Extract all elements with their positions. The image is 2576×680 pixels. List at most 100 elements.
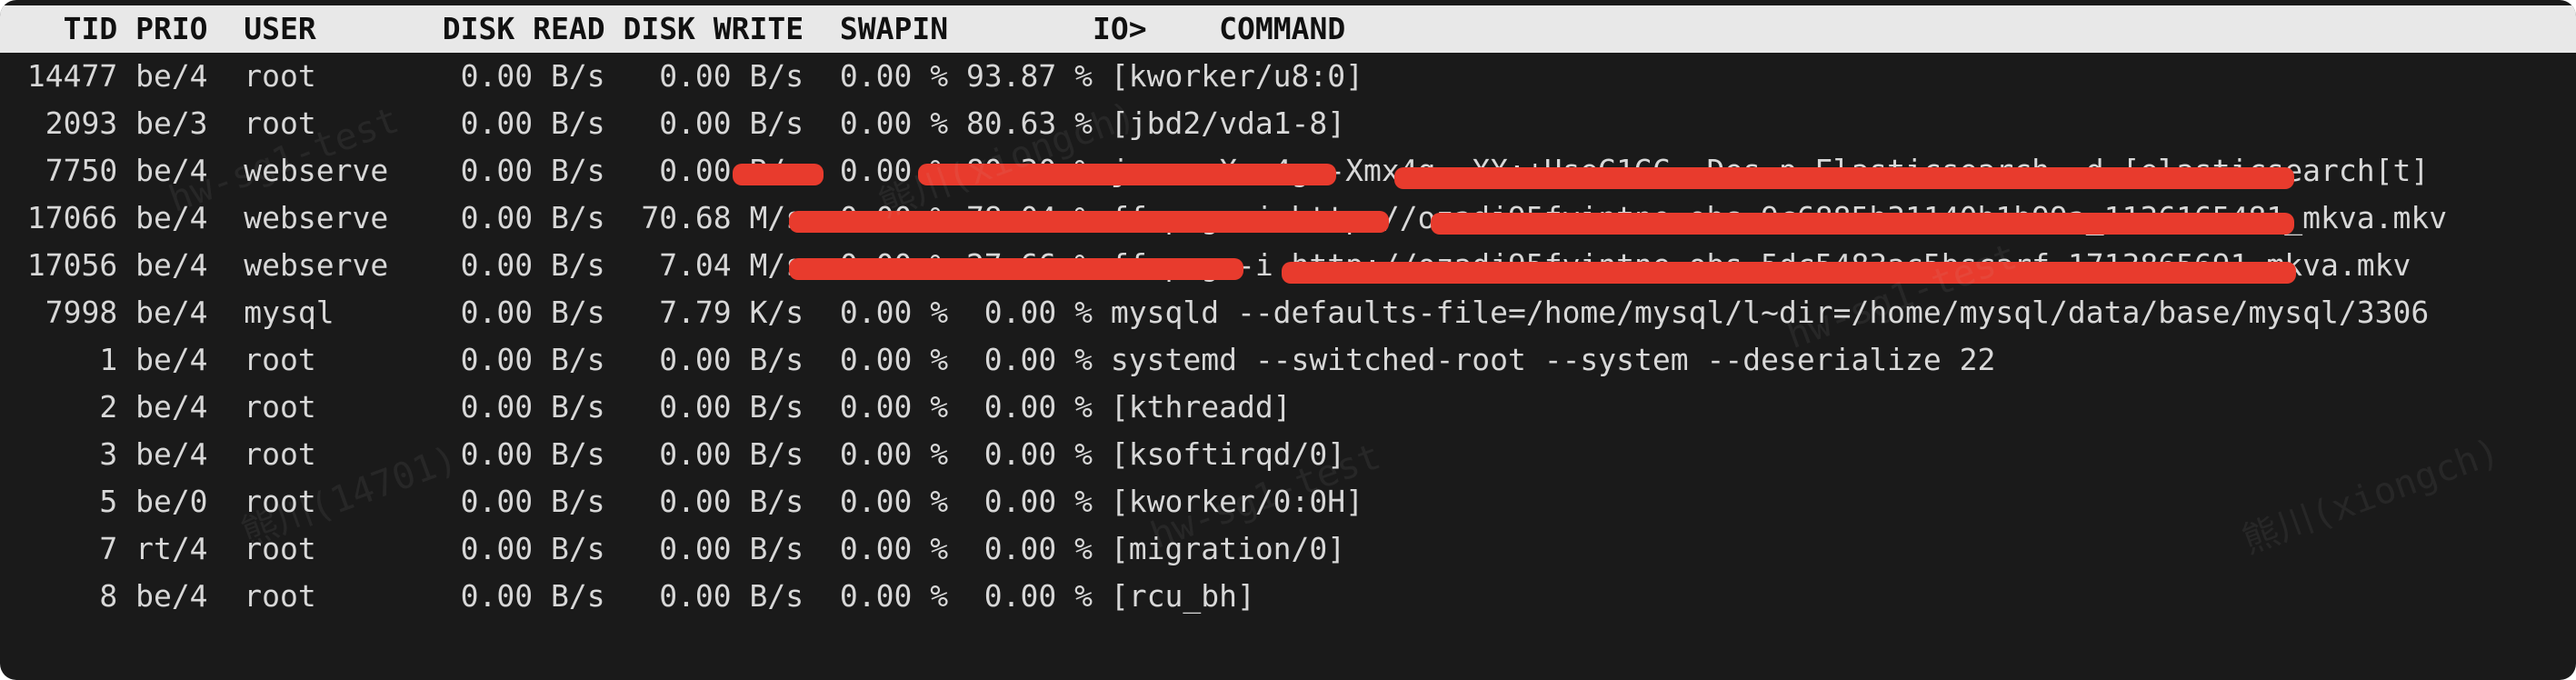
cell-disk-write: 0.00 B/s <box>605 525 804 573</box>
cell-io: 0.00 % <box>948 573 1093 620</box>
cell-tid: 2093 <box>9 100 117 147</box>
cell-disk-read: 0.00 B/s <box>406 289 605 336</box>
cell-disk-write: 7.79 K/s <box>605 289 804 336</box>
cell-disk-read: 0.00 B/s <box>406 336 605 384</box>
cell-io: 93.87 % <box>948 53 1093 100</box>
cell-io: 0.00 % <box>948 289 1093 336</box>
cell-prio: be/4 <box>135 384 225 431</box>
cell-user: webserve <box>244 242 406 289</box>
cell-tid: 17066 <box>9 195 117 242</box>
cell-tid: 7750 <box>9 147 117 195</box>
cell-disk-read: 0.00 B/s <box>406 242 605 289</box>
process-row: 7 rt/4 root0.00 B/s0.00 B/s0.00 %0.00 %[… <box>0 525 2576 573</box>
process-row: 5 be/0 root0.00 B/s0.00 B/s0.00 %0.00 %[… <box>0 478 2576 525</box>
col-user: USER <box>244 5 406 53</box>
col-command: COMMAND <box>1219 11 1345 46</box>
process-table-body: 14477 be/4 root0.00 B/s0.00 B/s0.00 %93.… <box>0 53 2576 620</box>
cell-command: [jbd2/vda1-8] <box>1093 100 1345 147</box>
col-prio: PRIO <box>135 5 225 53</box>
cell-prio: be/4 <box>135 195 225 242</box>
cell-io: 0.00 % <box>948 525 1093 573</box>
cell-io: 0.00 % <box>948 336 1093 384</box>
redaction-bar <box>1431 213 2294 235</box>
cell-io: 0.00 % <box>948 431 1093 478</box>
cell-disk-read: 0.00 B/s <box>406 147 605 195</box>
cell-user: root <box>244 573 406 620</box>
cell-user: root <box>244 431 406 478</box>
cell-swapin: 0.00 % <box>804 100 948 147</box>
cell-user: root <box>244 384 406 431</box>
cell-prio: be/4 <box>135 147 225 195</box>
col-io: IO> <box>1003 5 1147 53</box>
cell-prio: be/3 <box>135 100 225 147</box>
cell-swapin: 0.00 % <box>804 289 948 336</box>
cell-prio: be/4 <box>135 242 225 289</box>
redaction-bar <box>1282 262 2296 284</box>
cell-disk-read: 0.00 B/s <box>406 53 605 100</box>
cell-user: root <box>244 478 406 525</box>
cell-tid: 17056 <box>9 242 117 289</box>
cell-tid: 3 <box>9 431 117 478</box>
cell-disk-write: 0.00 B/s <box>605 336 804 384</box>
cell-prio: be/4 <box>135 53 225 100</box>
cell-disk-write: 0.00 B/s <box>605 384 804 431</box>
col-tid: TID <box>9 5 117 53</box>
redaction-bar <box>789 258 1243 280</box>
cell-swapin: 0.00 % <box>804 478 948 525</box>
cell-user: webserve <box>244 195 406 242</box>
cell-disk-read: 0.00 B/s <box>406 100 605 147</box>
cell-swapin: 0.00 % <box>804 525 948 573</box>
process-row: 7998 be/4 mysql0.00 B/s7.79 K/s0.00 %0.0… <box>0 289 2576 336</box>
cell-swapin: 0.00 % <box>804 336 948 384</box>
cell-command: [ksoftirqd/0] <box>1093 431 1345 478</box>
cell-swapin: 0.00 % <box>804 431 948 478</box>
col-disk-write: DISK WRITE <box>605 5 804 53</box>
redaction-bar <box>733 164 824 185</box>
cell-prio: rt/4 <box>135 525 225 573</box>
cell-tid: 14477 <box>9 53 117 100</box>
cell-disk-read: 0.00 B/s <box>406 478 605 525</box>
cell-user: root <box>244 100 406 147</box>
cell-io: 80.63 % <box>948 100 1093 147</box>
cell-tid: 7998 <box>9 289 117 336</box>
cell-prio: be/4 <box>135 431 225 478</box>
cell-swapin: 0.00 % <box>804 384 948 431</box>
redaction-bar <box>918 164 1336 185</box>
process-row: 2 be/4 root0.00 B/s0.00 B/s0.00 %0.00 %[… <box>0 384 2576 431</box>
cell-disk-write: 0.00 B/s <box>605 431 804 478</box>
cell-command: systemd --switched-root --system --deser… <box>1093 336 1995 384</box>
cell-tid: 1 <box>9 336 117 384</box>
cell-disk-read: 0.00 B/s <box>406 431 605 478</box>
cell-command: mysqld --defaults-file=/home/mysql/l~dir… <box>1093 289 2429 336</box>
redaction-bar <box>789 211 1389 233</box>
cell-disk-read: 0.00 B/s <box>406 195 605 242</box>
table-header-row: TID PRIO USERDISK READDISK WRITESWAPIN I… <box>0 5 2576 53</box>
cell-disk-read: 0.00 B/s <box>406 573 605 620</box>
cell-disk-read: 0.00 B/s <box>406 525 605 573</box>
cell-disk-read: 0.00 B/s <box>406 384 605 431</box>
cell-prio: be/0 <box>135 478 225 525</box>
cell-command: [kworker/u8:0] <box>1093 53 1363 100</box>
process-row: 1 be/4 root0.00 B/s0.00 B/s0.00 %0.00 %s… <box>0 336 2576 384</box>
process-row: 2093 be/3 root0.00 B/s0.00 B/s0.00 %80.6… <box>0 100 2576 147</box>
cell-disk-write: 7.04 M/s <box>605 242 804 289</box>
cell-tid: 8 <box>9 573 117 620</box>
cell-prio: be/4 <box>135 336 225 384</box>
cell-tid: 7 <box>9 525 117 573</box>
process-row: 8 be/4 root0.00 B/s0.00 B/s0.00 %0.00 %[… <box>0 573 2576 620</box>
cell-prio: be/4 <box>135 289 225 336</box>
cell-command: [kthreadd] <box>1093 384 1292 431</box>
cell-io: 0.00 % <box>948 384 1093 431</box>
cell-user: mysql <box>244 289 406 336</box>
iotop-terminal: TID PRIO USERDISK READDISK WRITESWAPIN I… <box>0 0 2576 680</box>
cell-disk-write: 70.68 M/s <box>605 195 804 242</box>
cell-user: root <box>244 336 406 384</box>
redaction-bar <box>1394 167 2294 189</box>
cell-user: root <box>244 525 406 573</box>
cell-tid: 5 <box>9 478 117 525</box>
process-row: 14477 be/4 root0.00 B/s0.00 B/s0.00 %93.… <box>0 53 2576 100</box>
cell-prio: be/4 <box>135 573 225 620</box>
cell-io: 0.00 % <box>948 478 1093 525</box>
cell-disk-write: 0.00 B/s <box>605 100 804 147</box>
process-row: 3 be/4 root0.00 B/s0.00 B/s0.00 %0.00 %[… <box>0 431 2576 478</box>
